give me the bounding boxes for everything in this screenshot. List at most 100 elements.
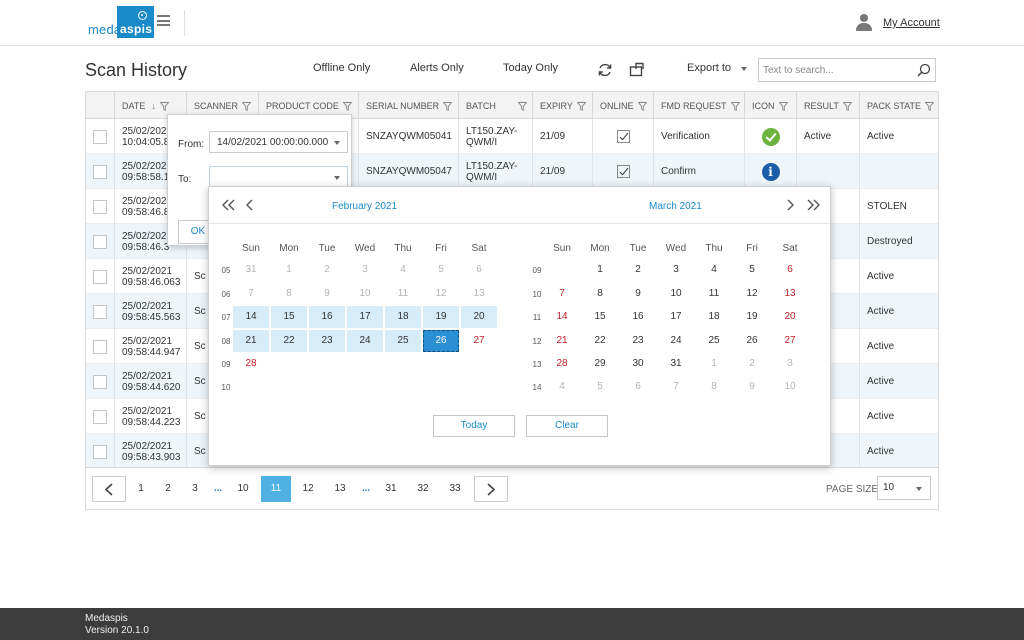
calendar-day[interactable]: 9 <box>620 283 656 305</box>
alerts-only-filter[interactable]: Alerts Only <box>410 62 464 74</box>
calendar-day[interactable]: 16 <box>309 306 345 328</box>
calendar-day[interactable]: 1 <box>271 259 307 281</box>
calendar-day[interactable]: 24 <box>347 330 383 352</box>
calendar-day[interactable]: 9 <box>734 376 770 398</box>
calendar-day[interactable]: 5 <box>423 259 459 281</box>
column-header-online[interactable]: ONLINE <box>592 92 653 119</box>
column-header-serial-number[interactable]: SERIAL NUMBER <box>358 92 458 119</box>
calendar-day[interactable]: 17 <box>347 306 383 328</box>
calendar-day[interactable]: 19 <box>423 306 459 328</box>
column-header-icon[interactable]: ICON <box>744 92 796 119</box>
calendar-day[interactable]: 21 <box>544 330 580 352</box>
page-ellipsis[interactable]: ... <box>354 476 378 502</box>
filter-icon[interactable] <box>637 102 647 112</box>
offline-only-filter[interactable]: Offline Only <box>313 62 370 74</box>
filter-icon[interactable] <box>730 102 740 112</box>
from-date-input[interactable]: 14/02/2021 00:00:00.000 <box>209 131 348 153</box>
chevron-down-icon[interactable] <box>741 67 747 71</box>
next-page-button[interactable] <box>474 476 508 502</box>
calendar-day[interactable]: 31 <box>658 353 694 375</box>
calendar-day[interactable]: 22 <box>271 330 307 352</box>
row-checkbox[interactable] <box>93 409 107 424</box>
medaspis-logo[interactable]: meda aspis <box>88 6 154 38</box>
calendar-day[interactable]: 25 <box>696 330 732 352</box>
filter-icon[interactable] <box>443 102 453 112</box>
calendar-day[interactable]: 23 <box>309 330 345 352</box>
calendar-day[interactable]: 26 <box>734 330 770 352</box>
calendar-day[interactable]: 5 <box>734 259 770 281</box>
calendar-day[interactable]: 2 <box>309 259 345 281</box>
calendar-day[interactable]: 28 <box>544 353 580 375</box>
calendar-day[interactable]: 10 <box>658 283 694 305</box>
calendar-day[interactable]: 14 <box>233 306 269 328</box>
calendar-day[interactable]: 18 <box>696 306 732 328</box>
row-checkbox[interactable] <box>93 374 107 389</box>
double-chevron-right-icon[interactable] <box>805 198 821 212</box>
row-checkbox[interactable] <box>93 269 107 284</box>
calendar-day[interactable]: 13 <box>461 283 497 305</box>
today-only-filter[interactable]: Today Only <box>503 62 558 74</box>
calendar-day[interactable]: 25 <box>385 330 421 352</box>
calendar-day[interactable]: 3 <box>347 259 383 281</box>
month-title-right[interactable]: March 2021 <box>649 201 702 212</box>
filter-icon[interactable] <box>778 102 788 112</box>
page-link[interactable]: 13 <box>328 476 352 502</box>
calendar-day[interactable]: 17 <box>658 306 694 328</box>
column-header-result[interactable]: RESULT <box>796 92 859 119</box>
chevron-down-icon[interactable] <box>334 141 340 145</box>
calendar-day[interactable]: 3 <box>658 259 694 281</box>
calendar-day[interactable]: 28 <box>233 353 269 375</box>
current-page[interactable]: 11 <box>261 476 291 502</box>
calendar-day[interactable]: 6 <box>461 259 497 281</box>
my-account-link[interactable]: My Account <box>883 17 940 29</box>
calendar-day[interactable]: 11 <box>385 283 421 305</box>
filter-icon[interactable] <box>342 102 352 112</box>
column-header-fmd-request[interactable]: FMD REQUEST <box>653 92 744 119</box>
calendar-day[interactable]: 8 <box>696 376 732 398</box>
calendar-day[interactable]: 5 <box>582 376 618 398</box>
calendar-day[interactable]: 7 <box>658 376 694 398</box>
calendar-day[interactable]: 20 <box>461 306 497 328</box>
page-link[interactable]: 2 <box>156 476 180 502</box>
row-checkbox[interactable] <box>93 339 107 354</box>
column-header-batch[interactable]: BATCH <box>458 92 532 119</box>
calendar-day[interactable]: 4 <box>385 259 421 281</box>
calendar-day[interactable]: 27 <box>461 330 497 352</box>
calendar-day[interactable]: 24 <box>658 330 694 352</box>
page-link[interactable]: 1 <box>129 476 153 502</box>
calendar-day[interactable]: 13 <box>772 283 808 305</box>
calendar-day[interactable]: 9 <box>309 283 345 305</box>
filter-icon[interactable] <box>159 102 169 112</box>
filter-icon[interactable] <box>517 102 527 112</box>
page-size-select[interactable]: 10 <box>877 476 931 500</box>
calendar-day[interactable]: 23 <box>620 330 656 352</box>
calendar-day[interactable]: 8 <box>582 283 618 305</box>
row-checkbox[interactable] <box>93 129 107 144</box>
row-checkbox[interactable] <box>93 234 107 249</box>
page-link[interactable]: 33 <box>443 476 467 502</box>
filter-icon[interactable] <box>242 102 252 112</box>
row-checkbox[interactable] <box>93 444 107 459</box>
calendar-day[interactable]: 11 <box>696 283 732 305</box>
calendar-day[interactable]: 16 <box>620 306 656 328</box>
calendar-day[interactable]: 10 <box>772 376 808 398</box>
column-header-expiry[interactable]: EXPIRY <box>532 92 592 119</box>
calendar-day[interactable]: 2 <box>734 353 770 375</box>
calendar-day[interactable]: 22 <box>582 330 618 352</box>
chevron-right-icon[interactable] <box>782 198 798 212</box>
column-header-pack-state[interactable]: PACK STATE <box>859 92 938 119</box>
calendar-day[interactable]: 4 <box>696 259 732 281</box>
calendar-day[interactable]: 7 <box>544 283 580 305</box>
to-date-input[interactable] <box>209 166 348 188</box>
today-button[interactable]: Today <box>433 415 515 437</box>
sort-down-icon[interactable]: ↓ <box>151 101 156 111</box>
filter-icon[interactable] <box>576 102 586 112</box>
page-link[interactable]: 10 <box>231 476 255 502</box>
calendar-day[interactable]: 2 <box>620 259 656 281</box>
calendar-day[interactable]: 15 <box>271 306 307 328</box>
calendar-day[interactable]: 30 <box>620 353 656 375</box>
month-title-left[interactable]: February 2021 <box>332 201 397 212</box>
refresh-icon[interactable] <box>597 62 613 78</box>
calendar-day[interactable]: 6 <box>772 259 808 281</box>
calendar-day[interactable]: 27 <box>772 330 808 352</box>
